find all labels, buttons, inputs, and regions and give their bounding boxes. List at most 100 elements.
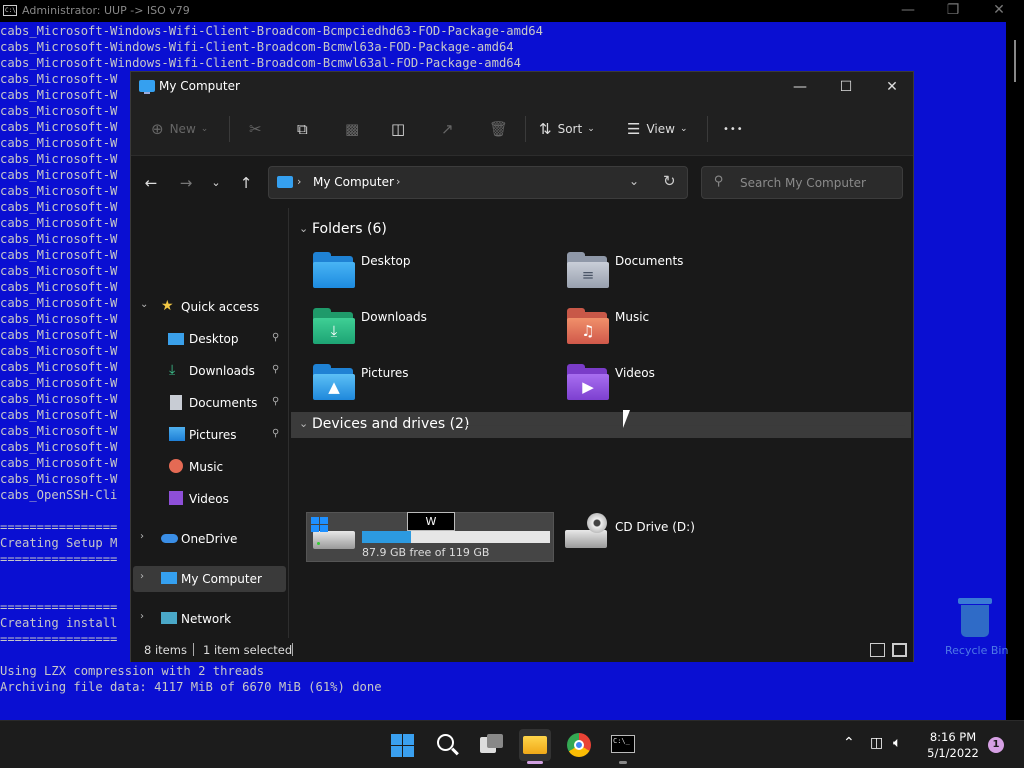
pin-icon[interactable]: ⚲ xyxy=(272,428,279,439)
console-minimize-button[interactable]: — xyxy=(898,2,918,18)
videos-icon xyxy=(169,491,183,505)
console-scrollbar[interactable] xyxy=(1006,22,1024,720)
view-button[interactable]: ☰ View ⌄ xyxy=(627,118,687,140)
folder-pictures[interactable]: ▲ Pictures xyxy=(311,362,561,412)
console-maximize-button[interactable]: ❐ xyxy=(943,2,963,18)
pin-icon[interactable]: ⚲ xyxy=(272,396,279,407)
chevron-right-icon: › xyxy=(396,175,401,188)
item-count: 8 items xyxy=(144,643,187,657)
address-dropdown-button[interactable]: ⌄ xyxy=(629,174,639,188)
terminal-taskbar-button[interactable]: C:\_ xyxy=(607,729,639,764)
search-icon: ⚲ xyxy=(714,174,724,189)
chevron-down-icon: ⌄ xyxy=(200,124,209,134)
tiles-view-button[interactable] xyxy=(892,643,907,657)
nav-quick-access[interactable]: ⌄ ★ Quick access xyxy=(131,294,287,320)
windows-logo-icon xyxy=(391,734,414,757)
search-taskbar-button[interactable] xyxy=(431,729,463,761)
clock[interactable]: 8:16 PM 5/1/2022 xyxy=(918,729,988,761)
computer-icon xyxy=(277,176,293,188)
explorer-window[interactable]: My Computer — ☐ ✕ ⊕ New ⌄ ✂ ⧉ ▩ ◫ ↗ 🗑︎ ⇅… xyxy=(130,71,914,662)
sort-button[interactable]: ⇅ Sort ⌄ xyxy=(539,118,595,140)
file-explorer-taskbar-button[interactable] xyxy=(519,729,551,764)
explorer-title-bar[interactable]: My Computer — ☐ ✕ xyxy=(131,72,913,102)
nav-label: My Computer xyxy=(181,572,262,586)
nav-network[interactable]: › Network xyxy=(131,606,287,632)
drive-c[interactable]: W 87.9 GB free of 119 GB xyxy=(306,512,554,562)
folders-group-header[interactable]: ⌄ Folders (6) xyxy=(291,217,911,243)
chrome-taskbar-button[interactable] xyxy=(563,729,595,761)
notification-badge[interactable]: 1 xyxy=(988,737,1004,753)
music-note-icon: ♫ xyxy=(581,322,595,340)
nav-my-computer[interactable]: › My Computer xyxy=(133,566,286,592)
show-hidden-icons-button[interactable]: ⌃ xyxy=(843,735,855,751)
details-view-button[interactable] xyxy=(870,643,885,657)
delete-button[interactable]: 🗑︎ xyxy=(489,118,514,140)
folder-videos[interactable]: ▶ Videos xyxy=(565,362,815,412)
nav-item-videos[interactable]: Videos xyxy=(131,486,287,512)
task-view-button[interactable] xyxy=(475,729,507,761)
drive-free-space: 87.9 GB free of 119 GB xyxy=(362,546,490,559)
drive-d[interactable]: CD Drive (D:) xyxy=(565,512,815,562)
address-row: ← → ⌄ ↑ › My Computer › ⌄ ↻ ⚲ xyxy=(131,156,913,208)
nav-item-music[interactable]: Music xyxy=(131,454,287,480)
folder-desktop[interactable]: Desktop xyxy=(311,250,561,300)
maximize-button[interactable]: ☐ xyxy=(823,76,869,98)
nav-item-documents[interactable]: Documents ⚲ xyxy=(131,390,287,416)
nav-item-desktop[interactable]: Desktop ⚲ xyxy=(131,326,287,352)
drive-usage-bar xyxy=(362,531,550,543)
download-icon: ⤓ xyxy=(169,362,176,378)
forward-button[interactable]: → xyxy=(175,173,197,193)
share-button[interactable]: ↗ xyxy=(441,118,460,140)
address-location: My Computer xyxy=(313,175,394,189)
nav-item-downloads[interactable]: ⤓ Downloads ⚲ xyxy=(131,358,287,384)
console-title-bar[interactable]: C:\ Administrator: UUP -> ISO v79 — ❐ ✕ xyxy=(0,0,1024,22)
group-label: Folders (6) xyxy=(312,221,387,237)
cut-button[interactable]: ✂ xyxy=(249,118,268,140)
folder-label: Music xyxy=(615,310,650,324)
computer-icon xyxy=(139,80,155,94)
copy-button[interactable]: ⧉ xyxy=(297,118,314,140)
group-divider xyxy=(467,425,905,426)
recycle-bin-shortcut[interactable]: Recycle Bin xyxy=(945,596,1008,657)
search-box[interactable]: ⚲ xyxy=(701,166,903,199)
nav-onedrive[interactable]: › OneDrive xyxy=(131,526,287,552)
drive-rename-field[interactable]: W xyxy=(407,512,455,531)
close-button[interactable]: ✕ xyxy=(869,76,915,98)
nav-label: OneDrive xyxy=(181,532,238,546)
folder-documents[interactable]: ≡ Documents xyxy=(565,250,815,300)
folder-downloads[interactable]: ⤓ Downloads xyxy=(311,306,561,356)
drives-group-header[interactable]: ⌄ Devices and drives (2) xyxy=(291,412,911,438)
recent-locations-button[interactable]: ⌄ xyxy=(205,173,227,193)
view-icon: ☰ xyxy=(627,120,641,138)
folder-label: Videos xyxy=(615,366,655,380)
chevron-down-icon: ⌄ xyxy=(299,417,309,430)
pin-icon[interactable]: ⚲ xyxy=(272,332,279,343)
window-title: My Computer xyxy=(159,79,240,93)
nav-label: Network xyxy=(181,612,232,626)
running-indicator xyxy=(527,761,543,764)
more-options-icon[interactable]: ••• xyxy=(723,118,744,140)
toolbar-divider xyxy=(707,116,708,142)
paste-button[interactable]: ▩ xyxy=(345,118,365,140)
minimize-button[interactable]: — xyxy=(777,76,823,98)
volume-icon[interactable]: 🔈︎ xyxy=(893,735,901,751)
network-status-icon[interactable]: ◫ xyxy=(870,735,883,751)
scissors-icon: ✂ xyxy=(249,120,262,138)
console-close-button[interactable]: ✕ xyxy=(989,2,1009,18)
drive-usage-fill xyxy=(362,531,412,543)
rename-button[interactable]: ◫ xyxy=(391,118,411,140)
up-button[interactable]: ↑ xyxy=(235,173,257,193)
folder-music[interactable]: ♫ Music xyxy=(565,306,815,356)
back-button[interactable]: ← xyxy=(140,173,162,193)
nav-item-pictures[interactable]: Pictures ⚲ xyxy=(131,422,287,448)
address-bar[interactable]: › My Computer › ⌄ ↻ xyxy=(268,166,688,199)
refresh-button[interactable]: ↻ xyxy=(663,172,676,190)
search-input[interactable] xyxy=(740,173,898,193)
folder-label: Desktop xyxy=(361,254,411,268)
new-button[interactable]: ⊕ New ⌄ xyxy=(151,118,208,140)
pin-icon[interactable]: ⚲ xyxy=(272,364,279,375)
chevron-right-icon: › xyxy=(140,611,144,622)
disc-icon xyxy=(587,513,607,533)
scrollbar-thumb[interactable] xyxy=(1014,40,1016,82)
start-button[interactable] xyxy=(387,729,419,761)
